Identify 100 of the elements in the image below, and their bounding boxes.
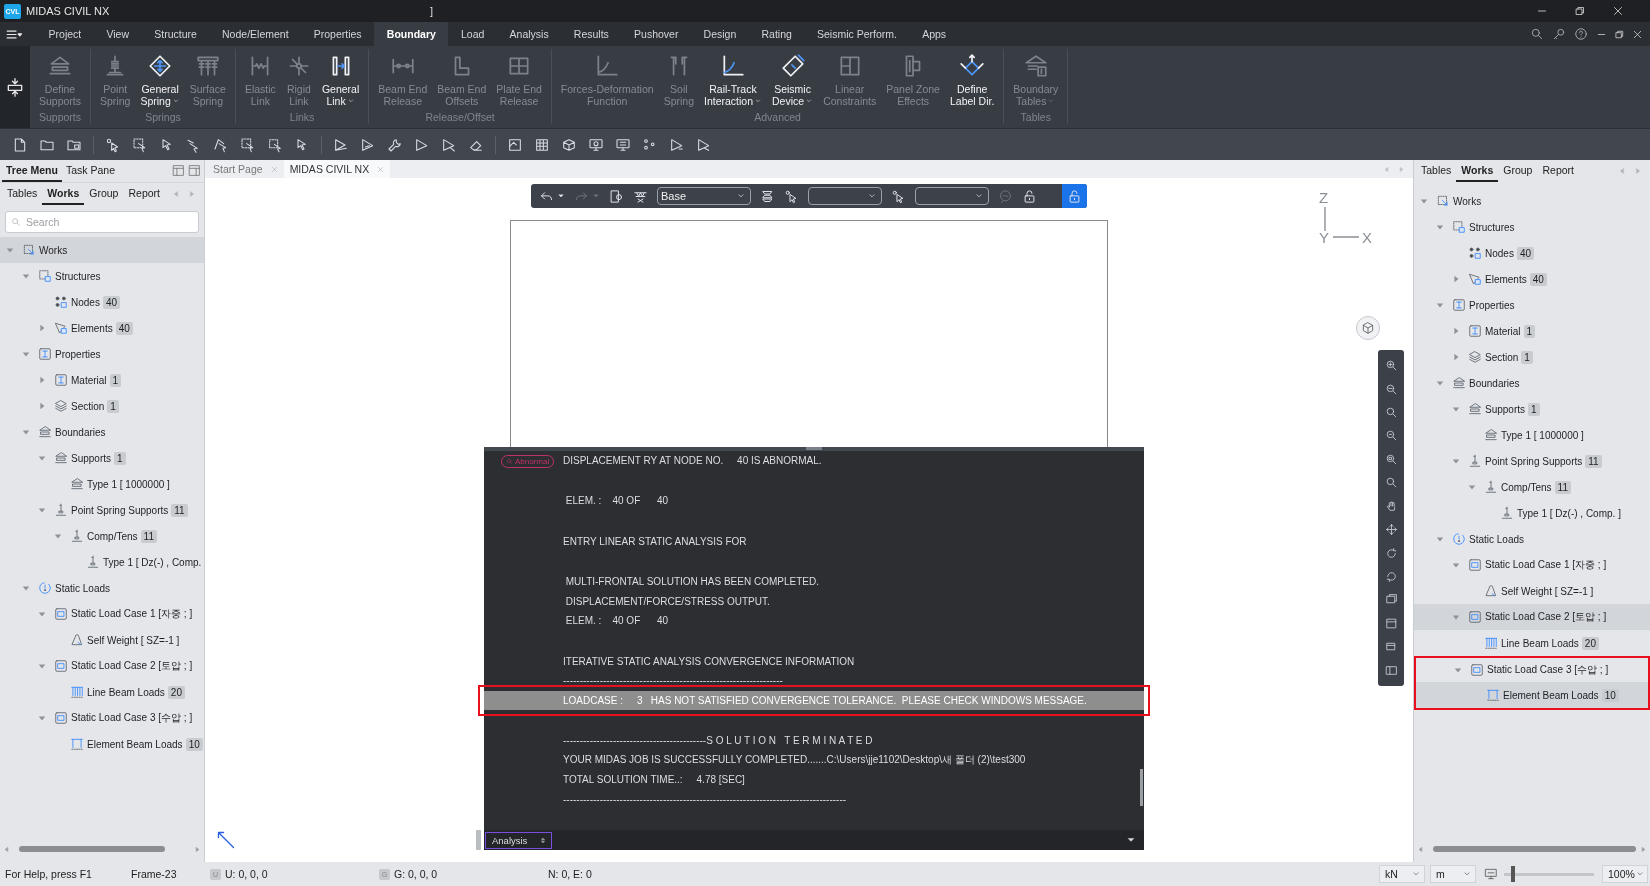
restore-icon[interactable] (1614, 28, 1625, 40)
caret-right-icon[interactable] (1452, 353, 1460, 361)
horizontal-scrollbar[interactable] (1417, 844, 1647, 854)
tree-item[interactable]: Static Load Case 3 [수압 ; ] (0, 705, 204, 731)
tree-item[interactable]: Static Loads (1414, 526, 1650, 552)
menu-tab[interactable]: Properties (301, 22, 375, 46)
dropdown-field[interactable] (808, 187, 882, 205)
lock-icon[interactable] (1022, 188, 1037, 204)
tree-item[interactable]: Line Beam Loads 20 (0, 679, 204, 705)
tree-item[interactable]: Line Beam Loads 20 (1414, 630, 1650, 656)
panel-tab[interactable]: Report (123, 183, 165, 205)
move-arrows-icon[interactable] (1384, 523, 1398, 537)
page-icon[interactable] (12, 136, 28, 153)
panel-tab[interactable]: Group (1498, 160, 1538, 182)
caret-down-icon[interactable] (1126, 835, 1136, 845)
unit-select[interactable]: kN (1379, 865, 1425, 883)
tree-item[interactable]: Element Beam Loads 10 (1416, 682, 1648, 708)
menu-tab[interactable]: Seismic Perform. (804, 22, 910, 46)
search-field[interactable]: Search (5, 211, 199, 233)
tree-item[interactable]: Works (1414, 188, 1650, 214)
panel-tab[interactable]: Tree Menu (2, 160, 62, 182)
caret-right-icon[interactable] (1452, 275, 1460, 283)
frame-view-icon[interactable] (507, 136, 523, 153)
tree-item[interactable]: Static Load Case 1 [자중 ; ] (0, 601, 204, 627)
tree-item[interactable]: Comp/Tens 11 (1414, 474, 1650, 500)
slider-thumb[interactable] (1510, 866, 1515, 882)
tree-item[interactable]: Point Spring Supports 11 (0, 497, 204, 523)
tree-item[interactable]: Static Load Case 2 [토압 ; ] (0, 653, 204, 679)
grid-icon[interactable] (534, 136, 550, 153)
tree-item[interactable]: Structures (0, 263, 204, 289)
panel-grip[interactable] (476, 830, 481, 850)
tree-item[interactable]: Supports 1 (1414, 396, 1650, 422)
tree-item[interactable]: Works (0, 237, 204, 263)
scrollbar-thumb[interactable] (1140, 768, 1143, 806)
tree-item[interactable]: Properties (1414, 292, 1650, 318)
panel-tab[interactable]: Works (42, 183, 85, 205)
document-tab[interactable]: MIDAS CIVIL NX (283, 160, 391, 178)
tree-item[interactable]: Material 1 (0, 367, 204, 393)
triangle-icon[interactable] (669, 136, 685, 153)
help-icon[interactable] (1574, 27, 1588, 41)
scrollbar-thumb[interactable] (19, 846, 165, 852)
triangle-icon[interactable] (360, 136, 376, 153)
menu-tab[interactable]: Analysis (496, 22, 562, 46)
select-box-icon[interactable] (132, 136, 148, 153)
cursor-node-icon[interactable] (891, 188, 906, 204)
menu-tab[interactable]: Design (691, 22, 749, 46)
triangle-icon[interactable] (414, 136, 430, 153)
channel-select[interactable]: Analysis (485, 831, 553, 849)
tree-item[interactable]: Type 1 [ 1000000 ] (1414, 422, 1650, 448)
caret-right-icon[interactable] (38, 402, 46, 410)
menu-tab[interactable]: Node/Element (209, 22, 302, 46)
monitor-icon[interactable] (588, 136, 604, 153)
window-icon[interactable] (1384, 616, 1398, 630)
tree-item[interactable]: Self Weight [ SZ=-1 ] (0, 627, 204, 653)
tree-item[interactable]: Section 1 (1414, 344, 1650, 370)
tree-item[interactable]: Type 1 [ Dz(-) , Comp. ] (1414, 500, 1650, 526)
panel-tab[interactable]: Task Pane (61, 160, 119, 182)
menu-tab[interactable]: Pushover (621, 22, 691, 46)
magnifier-box-icon[interactable] (1384, 452, 1398, 466)
window-icon[interactable] (1384, 663, 1398, 677)
ribbon-button[interactable]: Define Label Dir. (944, 53, 1000, 110)
rotate-icon[interactable] (1384, 570, 1398, 583)
magnifier-minus-icon[interactable] (1384, 382, 1398, 396)
triangle-icon[interactable] (696, 136, 712, 153)
tree-item[interactable]: Point Spring Supports 11 (1414, 448, 1650, 474)
triangle-icon[interactable] (441, 136, 457, 153)
panel-tab[interactable]: Tables (2, 183, 43, 205)
horizontal-scrollbar[interactable] (3, 844, 201, 854)
ribbon-button[interactable]: Rail-Track Interaction (699, 53, 767, 110)
panel-tab[interactable]: Works (1456, 160, 1499, 182)
tree-item[interactable]: Material 1 (1414, 318, 1650, 344)
tree-item[interactable]: Static Loads (0, 575, 204, 601)
menu-tab[interactable]: Load (448, 22, 497, 46)
magnifier-icon[interactable] (1384, 476, 1398, 490)
document-tab[interactable]: Start Page (207, 160, 284, 178)
rotate-icon[interactable] (1384, 546, 1398, 560)
layer-select[interactable]: Base (657, 187, 751, 205)
magnifier-plus-icon[interactable] (1384, 359, 1398, 373)
caret-right-icon[interactable] (1452, 327, 1460, 335)
tree-item[interactable]: Structures (1414, 214, 1650, 240)
scrollbar-thumb[interactable] (1433, 846, 1636, 852)
menu-tab[interactable]: Rating (748, 22, 805, 46)
tree-item[interactable]: Static Load Case 2 [토압 ; ] (1414, 604, 1650, 630)
hand-icon[interactable] (1384, 499, 1398, 513)
caret-right-icon[interactable] (38, 376, 46, 384)
caret-down-icon[interactable] (557, 192, 565, 200)
ribbon-button[interactable]: General Link (316, 53, 365, 110)
panel-tab[interactable]: Group (84, 183, 124, 205)
menu-tab[interactable]: View (93, 22, 142, 46)
close-icon[interactable] (1612, 5, 1624, 17)
panel-tab[interactable]: Report (1537, 160, 1579, 182)
tree-item[interactable]: Nodes 40 (1414, 240, 1650, 266)
tree-item[interactable]: Elements 40 (0, 315, 204, 341)
box-view-icon[interactable] (561, 136, 577, 153)
panel-tab[interactable]: Tables (1416, 160, 1457, 182)
tree-item[interactable]: Boundaries (1414, 370, 1650, 396)
select-box-icon[interactable] (267, 136, 283, 153)
tree-item[interactable]: Section 1 (0, 393, 204, 419)
cursor-node-icon[interactable] (784, 188, 799, 204)
caret-right-icon[interactable] (38, 324, 46, 332)
